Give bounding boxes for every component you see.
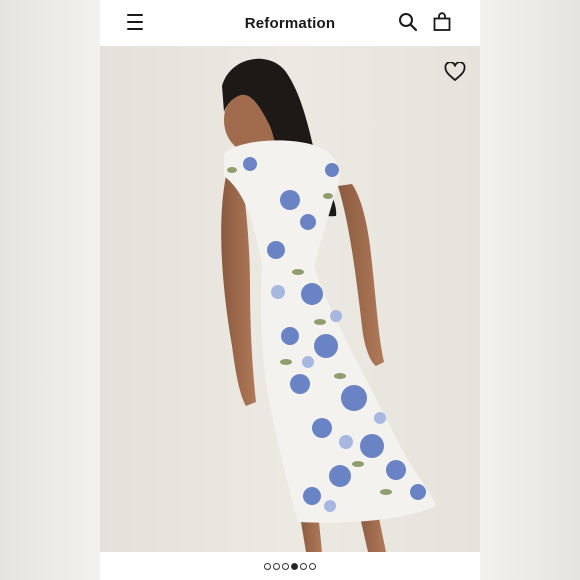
- carousel-dot[interactable]: [291, 562, 298, 570]
- mobile-viewport: Reformation: [100, 0, 480, 580]
- carousel-dot[interactable]: [300, 562, 307, 570]
- menu-icon[interactable]: [127, 14, 143, 30]
- brand-logo[interactable]: Reformation: [245, 15, 336, 32]
- carousel-dot[interactable]: [273, 562, 280, 570]
- site-header: Reformation: [100, 0, 480, 46]
- heart-icon[interactable]: [444, 62, 466, 82]
- model-photo: [100, 46, 480, 552]
- carousel-pager: [100, 552, 480, 580]
- carousel-dot[interactable]: [309, 562, 316, 570]
- shopping-bag-icon[interactable]: [432, 12, 452, 32]
- search-icon[interactable]: [398, 12, 418, 32]
- carousel-dot[interactable]: [264, 562, 271, 570]
- carousel-dot[interactable]: [282, 562, 289, 570]
- product-image[interactable]: [100, 46, 480, 552]
- left-backdrop: [0, 0, 100, 580]
- right-backdrop: [480, 0, 580, 580]
